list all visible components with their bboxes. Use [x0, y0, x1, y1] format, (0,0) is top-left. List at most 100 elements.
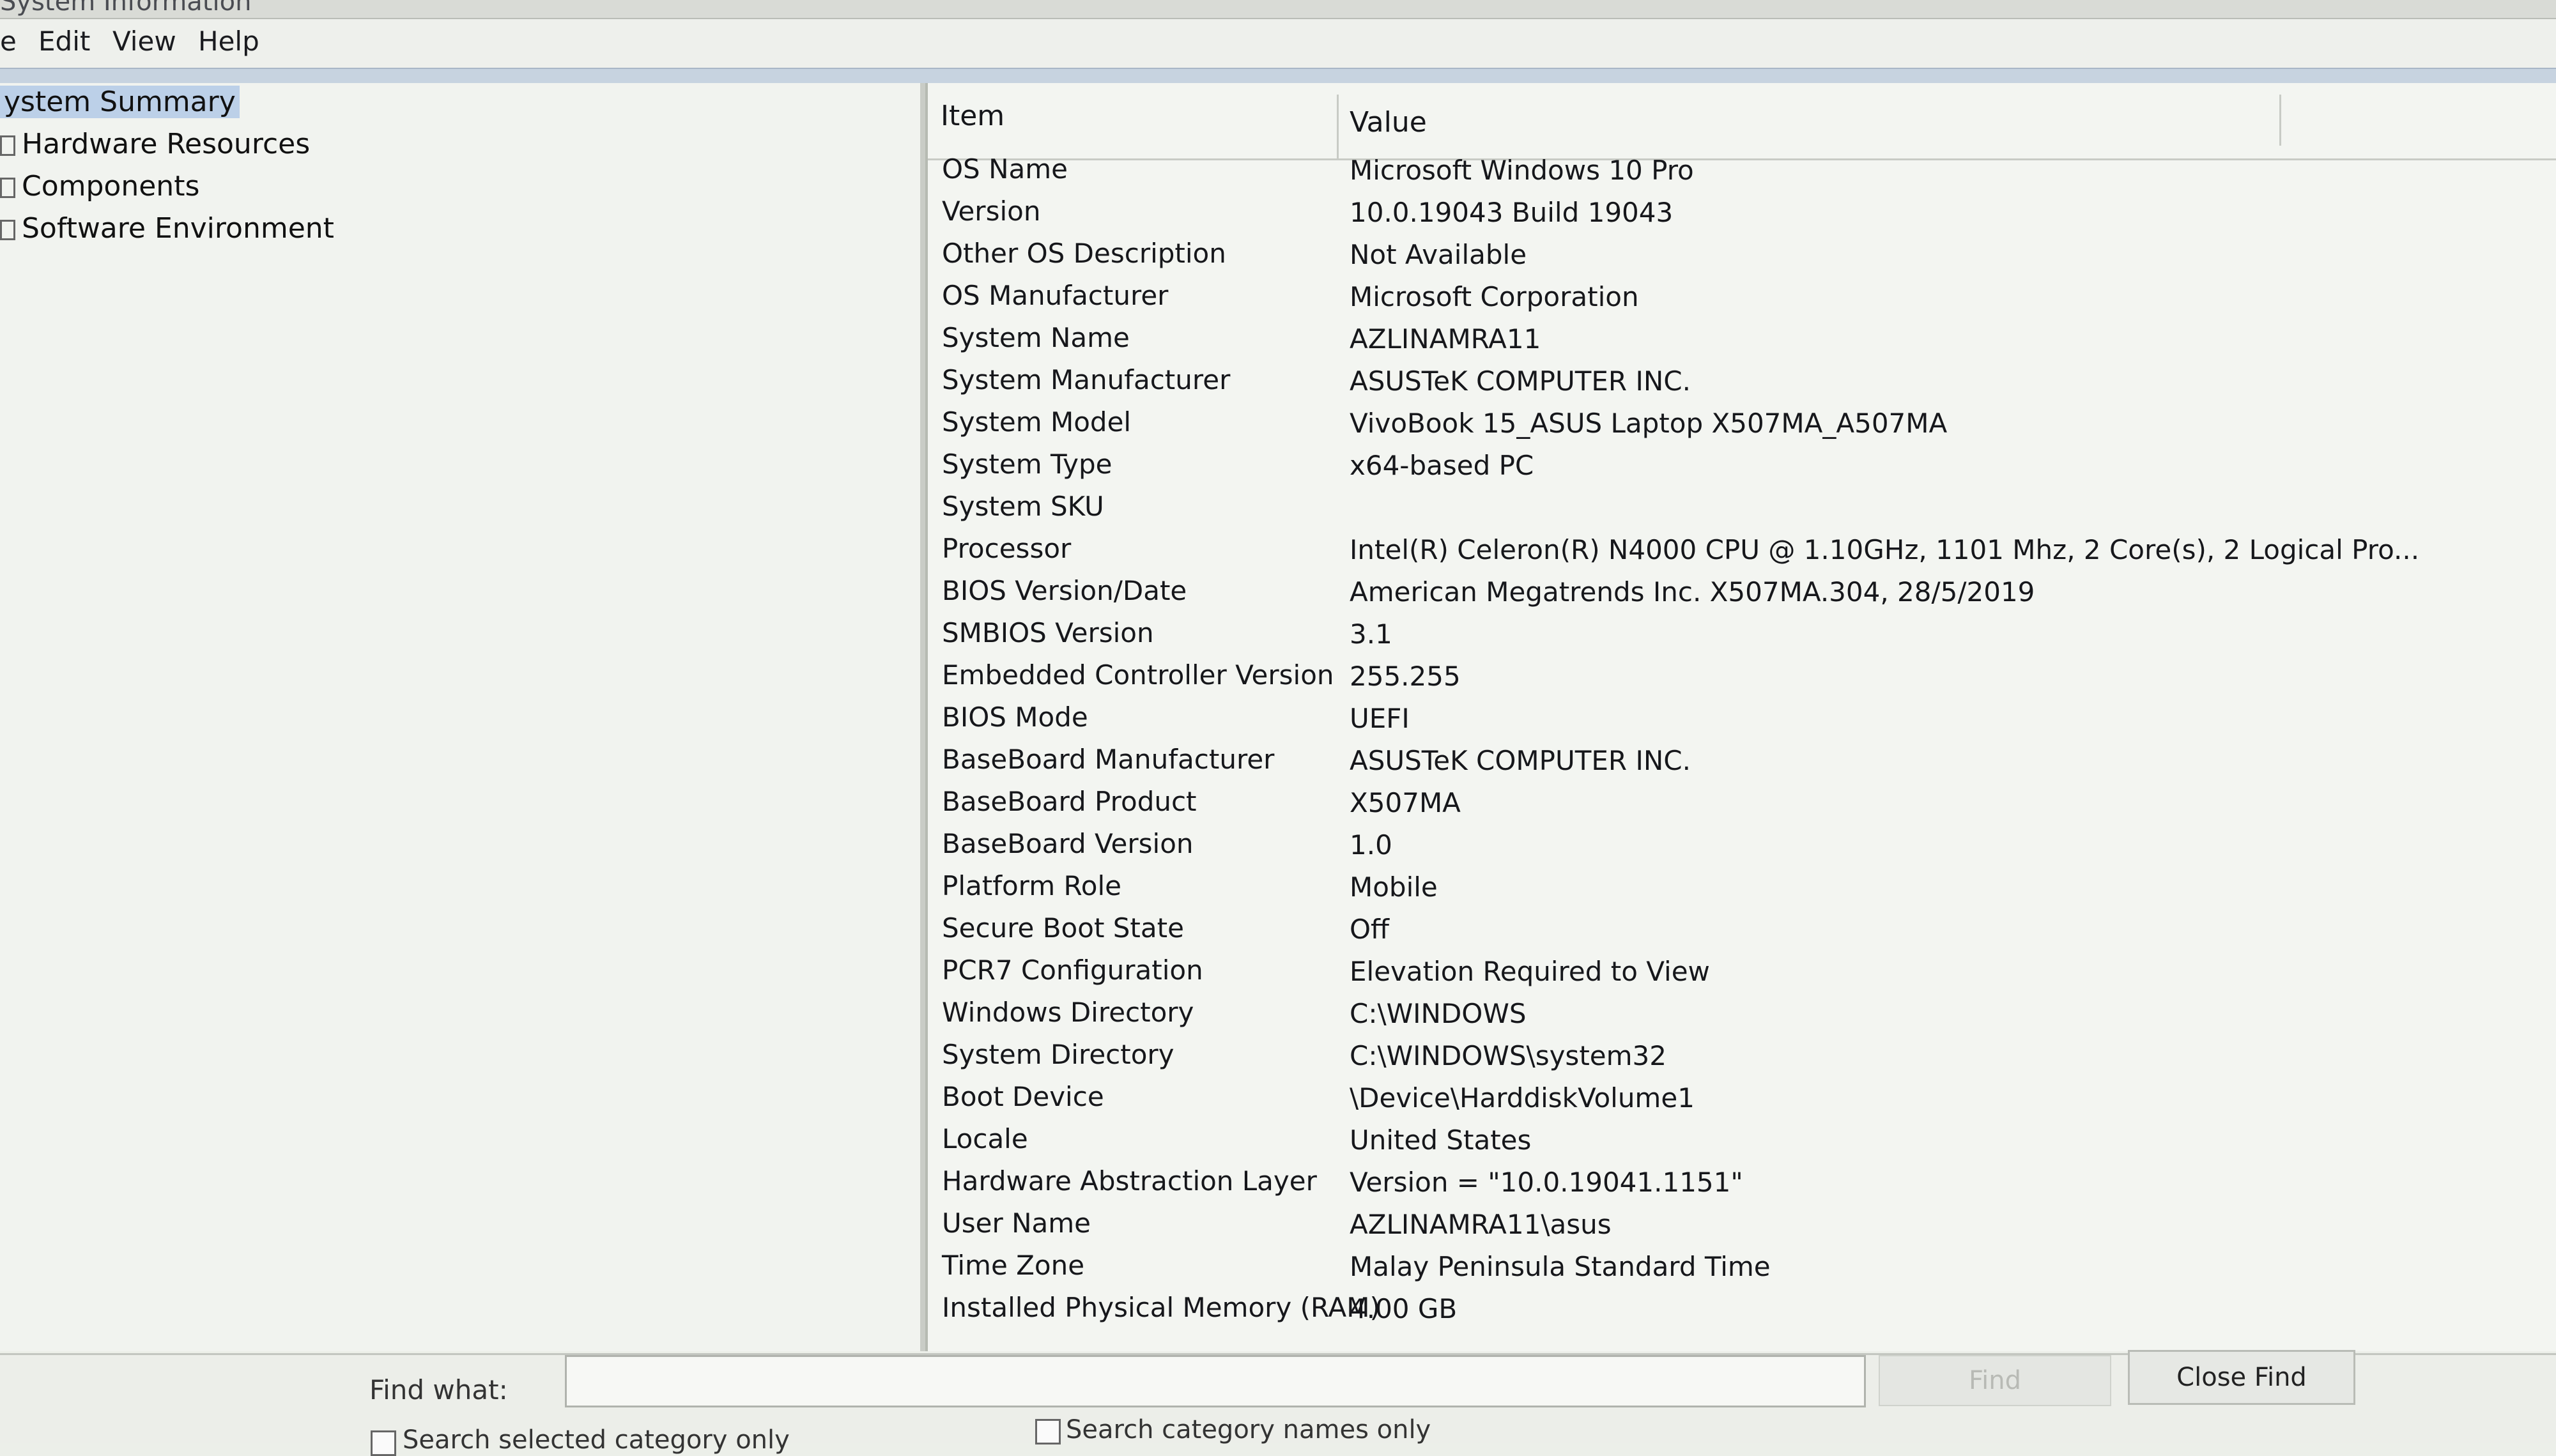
- row-item: BaseBoard Manufacturer: [942, 744, 1275, 775]
- row-item: SMBIOS Version: [942, 617, 1154, 648]
- row-value: 4.00 GB: [1350, 1293, 1458, 1324]
- plus-box-icon[interactable]: [0, 220, 15, 240]
- table-row[interactable]: User Name AZLINAMRA11\asus: [928, 1205, 2556, 1246]
- table-row[interactable]: BaseBoard Product X507MA: [928, 783, 2556, 824]
- find-label: Find what:: [369, 1374, 508, 1406]
- table-row[interactable]: System Directory C:\WINDOWS\system32: [928, 1036, 2556, 1077]
- table-row[interactable]: Processor Intel(R) Celeron(R) N4000 CPU @…: [928, 530, 2556, 571]
- row-item: OS Name: [942, 153, 1068, 185]
- menu-bar: e Edit View Help: [0, 19, 2556, 69]
- row-item: Embedded Controller Version: [942, 659, 1334, 691]
- column-divider[interactable]: [1337, 95, 1339, 158]
- table-row[interactable]: BaseBoard Manufacturer ASUSTeK COMPUTER I…: [928, 741, 2556, 782]
- table-row[interactable]: System SKU: [928, 488, 2556, 529]
- row-item: Processor: [942, 533, 1072, 564]
- table-row[interactable]: Locale United States: [928, 1121, 2556, 1161]
- row-value: American Megatrends Inc. X507MA.304, 28/…: [1350, 576, 2035, 608]
- row-item: BIOS Mode: [942, 701, 1088, 733]
- search-selected-label: Search selected category only: [403, 1425, 790, 1455]
- row-item: Locale: [942, 1123, 1028, 1154]
- row-value: Intel(R) Celeron(R) N4000 CPU @ 1.10GHz,…: [1350, 534, 2420, 565]
- table-row[interactable]: System Name AZLINAMRA11: [928, 319, 2556, 360]
- row-value: Microsoft Windows 10 Pro: [1350, 155, 1694, 186]
- row-item: BIOS Version/Date: [942, 575, 1187, 606]
- table-row[interactable]: System Model VivoBook 15_ASUS Laptop X507…: [928, 404, 2556, 445]
- column-divider[interactable]: [2279, 95, 2281, 146]
- search-selected-checkbox[interactable]: [371, 1430, 396, 1456]
- tree-item-system-summary[interactable]: ystem Summary: [0, 86, 240, 118]
- row-item: Windows Directory: [942, 997, 1194, 1028]
- row-item: System SKU: [942, 491, 1104, 522]
- tree-item-software-environment[interactable]: Software Environment: [0, 212, 334, 245]
- table-row[interactable]: Installed Physical Memory (RAM) 4.00 GB: [928, 1289, 2556, 1330]
- row-item: Secure Boot State: [942, 912, 1184, 944]
- find-input[interactable]: [565, 1355, 1866, 1407]
- tree-item-label: Hardware Resources: [22, 128, 311, 160]
- row-item: PCR7 Configuration: [942, 954, 1203, 986]
- close-find-button[interactable]: Close Find: [2128, 1350, 2355, 1405]
- row-value: X507MA: [1350, 787, 1461, 818]
- table-row[interactable]: Windows Directory C:\WINDOWS: [928, 994, 2556, 1035]
- row-value: VivoBook 15_ASUS Laptop X507MA_A507MA: [1350, 408, 1948, 439]
- row-item: Version: [942, 195, 1041, 227]
- row-value: 10.0.19043 Build 19043: [1350, 197, 1674, 228]
- row-value: 3.1: [1350, 618, 1392, 650]
- plus-box-icon[interactable]: [0, 178, 15, 198]
- table-row[interactable]: BIOS Version/Date American Megatrends Inc…: [928, 572, 2556, 613]
- row-value: Not Available: [1350, 239, 1527, 270]
- table-row[interactable]: BaseBoard Version 1.0: [928, 825, 2556, 866]
- table-row[interactable]: Other OS Description Not Available: [928, 235, 2556, 276]
- row-value: AZLINAMRA11: [1350, 323, 1541, 355]
- table-row[interactable]: OS Name Microsoft Windows 10 Pro: [928, 151, 2556, 192]
- table-row[interactable]: Platform Role Mobile: [928, 868, 2556, 908]
- menu-view[interactable]: View: [112, 26, 176, 57]
- row-item: System Model: [942, 406, 1132, 438]
- row-item: System Name: [942, 322, 1130, 353]
- category-tree: ystem Summary Hardware Resources Compone…: [0, 83, 925, 1351]
- table-row[interactable]: Secure Boot State Off: [928, 910, 2556, 951]
- table-row[interactable]: PCR7 Configuration Elevation Required to …: [928, 952, 2556, 993]
- row-item: Boot Device: [942, 1081, 1104, 1112]
- row-value: 1.0: [1350, 829, 1392, 861]
- row-item: OS Manufacturer: [942, 280, 1169, 311]
- table-row[interactable]: BIOS Mode UEFI: [928, 699, 2556, 740]
- table-row[interactable]: Hardware Abstraction Layer Version = "10.…: [928, 1163, 2556, 1204]
- row-value: Microsoft Corporation: [1350, 281, 1639, 312]
- table-row[interactable]: Boot Device \Device\HarddiskVolume1: [928, 1078, 2556, 1119]
- search-names-checkbox[interactable]: [1035, 1419, 1061, 1445]
- table-row[interactable]: System Type x64-based PC: [928, 446, 2556, 487]
- find-button[interactable]: Find: [1879, 1355, 2111, 1406]
- table-row[interactable]: OS Manufacturer Microsoft Corporation: [928, 277, 2556, 318]
- row-value: UEFI: [1350, 703, 1410, 734]
- window-title: System Information: [0, 0, 252, 17]
- row-value: Off: [1350, 914, 1389, 945]
- row-value: United States: [1350, 1124, 1532, 1156]
- column-header-item[interactable]: Item: [941, 100, 1005, 132]
- table-row[interactable]: Time Zone Malay Peninsula Standard Time: [928, 1247, 2556, 1288]
- table-row[interactable]: Embedded Controller Version 255.255: [928, 657, 2556, 698]
- table-row[interactable]: System Manufacturer ASUSTeK COMPUTER INC.: [928, 362, 2556, 402]
- row-value: Version = "10.0.19041.1151": [1350, 1167, 1743, 1198]
- search-names-label: Search category names only: [1066, 1415, 1431, 1445]
- column-header-value[interactable]: Value: [1350, 106, 1427, 139]
- row-item: System Type: [942, 448, 1112, 480]
- find-bar: Find what: Find Close Find Search select…: [0, 1350, 2556, 1456]
- row-item: System Directory: [942, 1039, 1174, 1070]
- tree-item-components[interactable]: Components: [0, 170, 199, 203]
- tree-item-label: Software Environment: [22, 212, 334, 245]
- row-value: Mobile: [1350, 871, 1438, 903]
- row-item: Platform Role: [942, 870, 1121, 901]
- plus-box-icon[interactable]: [0, 135, 15, 156]
- row-value: Malay Peninsula Standard Time: [1350, 1251, 1771, 1282]
- tree-item-hardware-resources[interactable]: Hardware Resources: [0, 128, 310, 160]
- table-row[interactable]: SMBIOS Version 3.1: [928, 615, 2556, 655]
- menu-edit[interactable]: Edit: [38, 26, 90, 57]
- row-item: Time Zone: [942, 1250, 1085, 1281]
- title-bar: System Information: [0, 0, 2556, 19]
- menu-file[interactable]: e: [0, 26, 17, 57]
- list-header: Item Value: [928, 83, 2556, 160]
- menu-help[interactable]: Help: [198, 26, 259, 57]
- row-value: x64-based PC: [1350, 450, 1534, 481]
- row-item: Installed Physical Memory (RAM): [942, 1292, 1380, 1323]
- table-row[interactable]: Version 10.0.19043 Build 19043: [928, 193, 2556, 234]
